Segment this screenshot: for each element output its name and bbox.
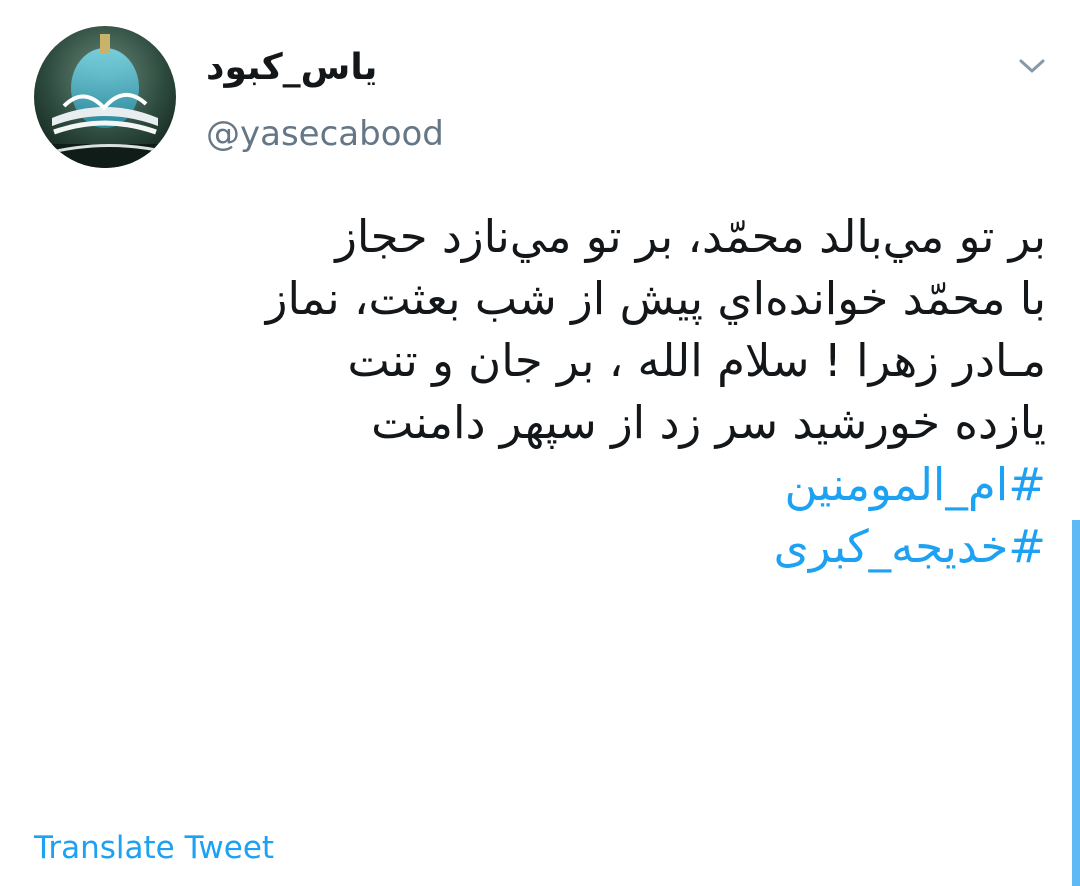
hashtag-link[interactable]: #خدیجه_کبری [46, 516, 1046, 578]
translate-tweet-link[interactable]: Translate Tweet [34, 826, 274, 870]
tweet-menu-button[interactable] [1010, 48, 1054, 84]
tweet-line: با محمّد خوانده‌اي پيش از شب بعثت، نماز [265, 272, 1046, 325]
hashtag-link[interactable]: #ام_المومنین [46, 454, 1046, 516]
avatar[interactable] [34, 26, 176, 168]
user-handle[interactable]: @yasecabood [206, 110, 444, 158]
scrollbar[interactable] [1072, 520, 1080, 886]
tweet-line: يازده خورشيد سر زد از سپهر دامنت [371, 396, 1046, 449]
tweet-text: بر تو مي‌بالد محمّد، بر تو مي‌نازد حجاز … [46, 206, 1046, 578]
tweet-line: مـادر زهرا ! سلام الله ، بر جان و تنت [347, 334, 1046, 387]
avatar-image [34, 26, 176, 168]
display-name[interactable]: یاس_کبود [206, 42, 377, 94]
chevron-down-icon [1019, 59, 1045, 73]
tweet-line: بر تو مي‌بالد محمّد، بر تو مي‌نازد حجاز [335, 210, 1046, 263]
